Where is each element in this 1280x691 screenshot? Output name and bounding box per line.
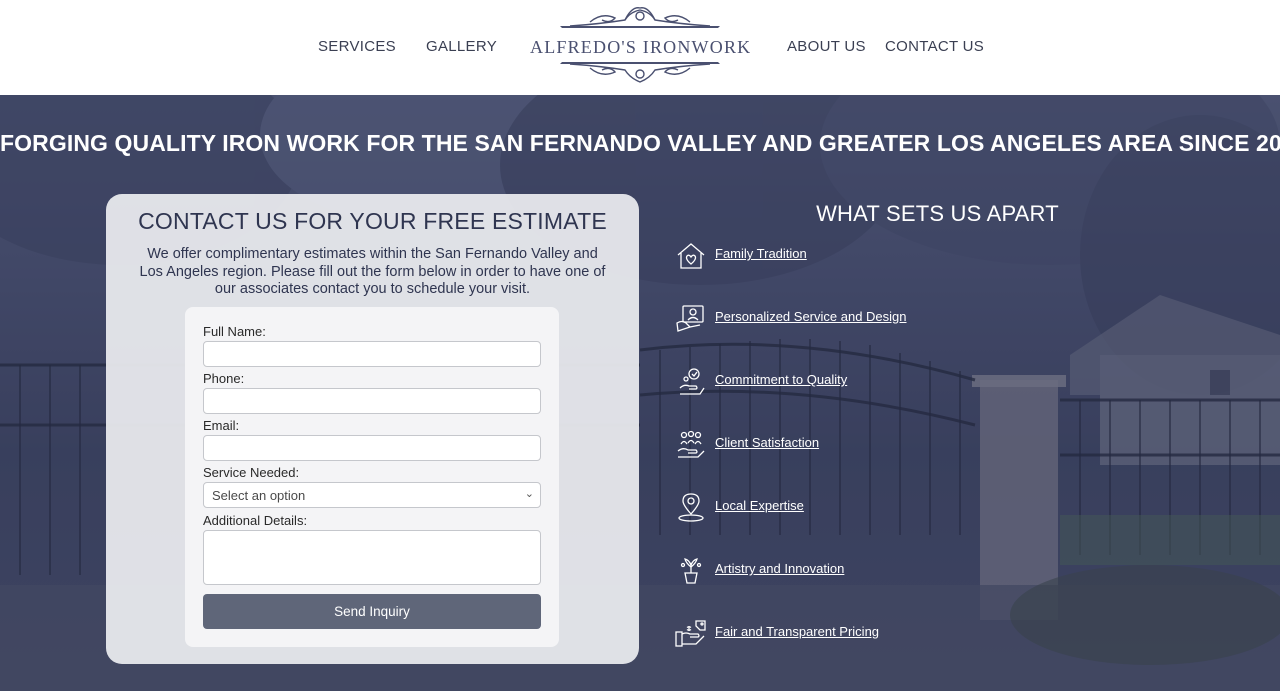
feature-label[interactable]: Client Satisfaction [715,435,819,450]
features-title: WHAT SETS US APART [816,201,1059,226]
feature-label[interactable]: Personalized Service and Design [715,309,907,324]
nav-contact[interactable]: CONTACT US [885,38,984,55]
site-logo[interactable]: ALFREDO'S IRONWORK [530,2,750,92]
email-input[interactable] [203,435,541,461]
feature-item[interactable]: Commitment to Quality [674,366,1074,396]
feature-item[interactable]: Personalized Service and Design [674,303,1074,333]
hero-headline: FORGING QUALITY IRON WORK FOR THE SAN FE… [0,130,1280,156]
nav-about[interactable]: ABOUT US [787,38,866,55]
logo-text: ALFREDO'S IRONWORK [530,37,752,57]
service-select-value: Select an option [212,488,306,503]
feature-label[interactable]: Family Tradition [715,246,807,261]
feature-label[interactable]: Commitment to Quality [715,372,847,387]
feature-label[interactable]: Fair and Transparent Pricing [715,624,879,639]
feature-label[interactable]: Artistry and Innovation [715,561,844,576]
hero-section: FORGING QUALITY IRON WORK FOR THE SAN FE… [0,95,1280,691]
house-heart-icon [677,243,705,269]
nav-gallery[interactable]: GALLERY [426,38,497,55]
phone-input[interactable] [203,388,541,414]
service-select[interactable]: Select an option ⌄ [203,482,541,508]
quality-hand-icon [679,368,705,395]
details-textarea[interactable] [203,530,541,585]
nav-services[interactable]: SERVICES [318,38,396,55]
full-name-label: Full Name: [203,324,266,339]
site-header: SERVICES GALLERY ALFREDO'S IRONWORK ABOU… [0,0,1280,95]
clients-hand-icon [677,430,705,458]
estimate-title: CONTACT US FOR YOUR FREE ESTIMATE [138,208,607,234]
plant-pot-icon [680,558,702,584]
estimate-card: CONTACT US FOR YOUR FREE ESTIMATE We off… [106,194,639,664]
full-name-input[interactable] [203,341,541,367]
feature-item[interactable]: Artistry and Innovation [674,555,1074,585]
feature-label[interactable]: Local Expertise [715,498,804,513]
send-inquiry-button[interactable]: Send Inquiry [203,594,541,629]
details-label: Additional Details: [203,513,308,528]
email-label: Email: [203,418,240,433]
feature-item[interactable]: Local Expertise [674,492,1074,522]
designer-icon [676,305,704,332]
feature-item[interactable]: Client Satisfaction [674,429,1074,459]
estimate-description: We offer complimentary estimates within … [139,246,606,297]
pricing-hand-icon [675,620,706,647]
service-label: Service Needed: [203,465,300,480]
phone-label: Phone: [203,371,245,386]
feature-item[interactable]: Family Tradition [674,240,1074,270]
inquiry-form: Full Name: Phone: Email: Service Needed:… [185,307,559,647]
map-pin-icon [678,493,704,522]
feature-item[interactable]: Fair and Transparent Pricing [674,618,1074,648]
chevron-down-icon: ⌄ [524,488,534,500]
